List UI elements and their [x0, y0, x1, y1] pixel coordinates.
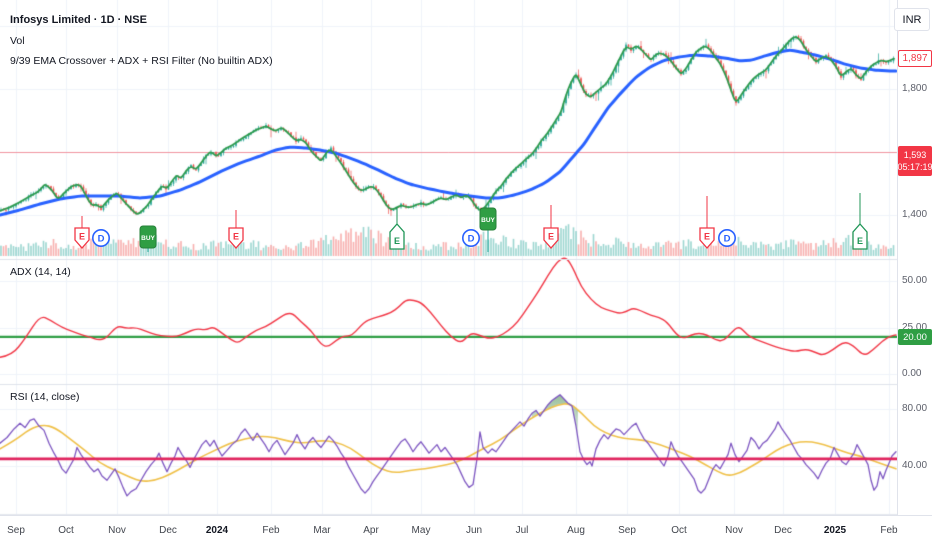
time-axis-year-label: 2024 [205, 525, 229, 536]
time-axis-month-label: Sep [618, 525, 636, 536]
countdown-price-label: 1,593 05:17:19 [897, 146, 932, 176]
price-tick: 1,400 [902, 209, 928, 220]
chart-canvas[interactable] [0, 0, 932, 550]
time-axis-month-label: Dec [159, 525, 177, 536]
time-axis-month-label: Feb [262, 525, 280, 536]
time-axis-month-label: Oct [58, 525, 74, 536]
last-price-label: 1,897 [898, 50, 932, 67]
rsi-panel-label[interactable]: RSI (14, close) [10, 391, 79, 403]
time-axis-month-label: Jun [465, 525, 483, 536]
time-axis-month-label: Nov [108, 525, 126, 536]
price-axis[interactable]: 1,800 1,400 50.00 25.00 0.00 80.00 40.00 [897, 0, 932, 515]
time-axis-month-label: Dec [774, 525, 792, 536]
strategy-legend[interactable]: 9/39 EMA Crossover + ADX + RSI Filter (N… [10, 55, 273, 67]
time-axis-month-label: May [411, 525, 431, 536]
time-axis-month-label: Jul [515, 525, 529, 536]
adx-panel-label[interactable]: ADX (14, 14) [10, 266, 71, 278]
countdown-timer: 05:17:19 [897, 162, 932, 172]
symbol-legend[interactable]: Infosys Limited · 1D · NSE [10, 14, 147, 26]
volume-legend[interactable]: Vol [10, 35, 25, 47]
price-tick: 1,800 [902, 83, 928, 94]
rsi-tick: 40.00 [902, 460, 928, 471]
countdown-price: 1,593 [903, 149, 927, 160]
time-axis-month-label: Aug [567, 525, 585, 536]
time-axis-month-label: Apr [363, 525, 379, 536]
time-axis-month-label: Sep [7, 525, 25, 536]
adx-threshold-label: 20.00 [898, 329, 932, 345]
adx-tick: 50.00 [902, 275, 928, 286]
time-axis-month-label: Mar [313, 525, 331, 536]
adx-tick: 0.00 [902, 368, 922, 379]
time-axis-month-label: Oct [671, 525, 687, 536]
tradingview-chart-window: E D BUY E E D BUY E E D E Infosys Limited · 1D · N… [0, 0, 932, 550]
time-axis-month-label: Nov [725, 525, 743, 536]
time-axis-month-label: Feb [880, 525, 898, 536]
time-axis[interactable]: Sep Oct Nov Dec 2024 Feb Mar Apr May Jun Jul Aug Sep… [0, 515, 932, 550]
rsi-tick: 80.00 [902, 403, 928, 414]
currency-toggle-button[interactable]: INR [894, 8, 930, 31]
time-axis-year-label: 2025 [823, 525, 847, 536]
